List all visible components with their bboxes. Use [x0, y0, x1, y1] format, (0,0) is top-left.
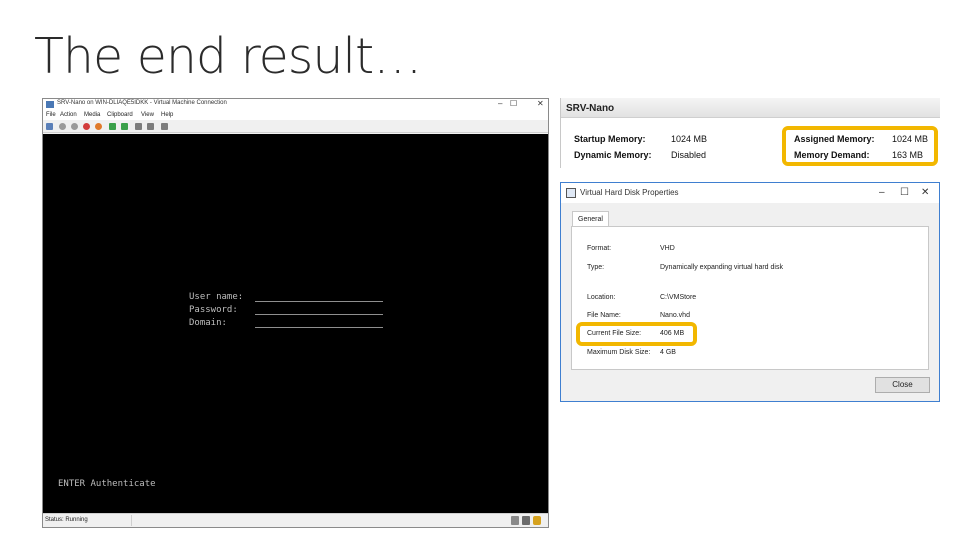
vhd-close-button[interactable]: ✕ — [921, 186, 929, 200]
type-label: Type: — [587, 264, 605, 271]
pause-icon[interactable] — [109, 123, 116, 130]
menu-file[interactable]: File — [46, 112, 56, 118]
dynamic-memory-label: Dynamic Memory: — [574, 150, 652, 160]
vm-window-title: SRV-Nano on WIN-DLIAQE5IDKK - Virtual Ma… — [57, 100, 227, 106]
close-button[interactable]: Close — [875, 377, 930, 393]
vm-toolbar — [43, 120, 548, 133]
keyboard-icon — [511, 516, 519, 525]
start-icon[interactable] — [59, 123, 66, 130]
dynamic-memory-value: Disabled — [671, 150, 707, 160]
reset-icon[interactable] — [121, 123, 128, 130]
status-text: Status: Running — [45, 517, 88, 523]
file-name-value: Nano.vhd — [660, 312, 690, 319]
vm-menubar: File Action Media Clipboard View Help — [43, 111, 548, 120]
vhd-minimize-button[interactable]: – — [879, 186, 885, 200]
vhd-titlebar[interactable]: Virtual Hard Disk Properties – ☐ ✕ — [561, 183, 939, 203]
username-field[interactable] — [255, 292, 383, 302]
domain-label: Domain: — [189, 318, 227, 328]
checkpoint-icon[interactable] — [135, 123, 142, 130]
menu-media[interactable]: Media — [84, 112, 100, 118]
format-label: Format: — [587, 245, 612, 252]
password-field[interactable] — [255, 305, 383, 315]
vm-name: SRV-Nano — [566, 103, 615, 114]
memory-highlight-box — [782, 126, 938, 166]
vhd-dialog-title: Virtual Hard Disk Properties — [580, 188, 679, 197]
vm-titlebar[interactable]: SRV-Nano on WIN-DLIAQE5IDKK - Virtual Ma… — [43, 99, 548, 111]
type-value: Dynamically expanding virtual hard disk — [660, 264, 783, 271]
max-size-value: 4 GB — [660, 349, 676, 356]
menu-help[interactable]: Help — [161, 112, 173, 118]
vhd-properties-dialog: Virtual Hard Disk Properties – ☐ ✕ Gener… — [560, 182, 940, 402]
disk-icon — [566, 188, 576, 198]
max-size-label: Maximum Disk Size: — [587, 349, 651, 356]
vm-close-button[interactable]: ✕ — [537, 99, 544, 109]
turn-off-icon[interactable] — [71, 123, 78, 130]
domain-field[interactable] — [255, 318, 383, 328]
username-label: User name: — [189, 292, 244, 302]
format-value: VHD — [660, 245, 675, 252]
menu-view[interactable]: View — [141, 112, 154, 118]
save-icon[interactable] — [95, 123, 102, 130]
memory-panel-header: SRV-Nano — [561, 98, 940, 118]
menu-action[interactable]: Action — [60, 112, 77, 118]
startup-memory-value: 1024 MB — [671, 134, 708, 144]
location-value: C:\VMStore — [660, 294, 697, 301]
menu-clipboard[interactable]: Clipboard — [107, 112, 133, 118]
revert-icon[interactable] — [147, 123, 154, 130]
lock-icon — [533, 516, 541, 525]
vm-statusbar: Status: Running — [43, 513, 548, 527]
location-label: Location: — [587, 294, 616, 301]
file-name-label: File Name: — [587, 312, 621, 319]
startup-memory-label: Startup Memory: — [574, 134, 646, 144]
vhd-maximize-button[interactable]: ☐ — [900, 186, 909, 200]
vhd-general-panel: Format: VHD Type: Dynamically expanding … — [571, 226, 929, 370]
enhanced-session-icon[interactable] — [161, 123, 168, 130]
mouse-icon — [522, 516, 530, 525]
file-size-highlight-box — [576, 322, 697, 346]
ctrl-alt-del-icon[interactable] — [46, 123, 53, 130]
authenticate-hint: ENTER Authenticate — [58, 479, 156, 489]
status-separator — [131, 515, 132, 526]
slide-title: The end result… — [34, 28, 422, 85]
vm-minimize-button[interactable]: – — [498, 99, 502, 109]
vm-console-screen[interactable]: User name: Password: Domain: ENTER Authe… — [43, 134, 548, 513]
vm-app-icon — [46, 101, 54, 108]
shutdown-icon[interactable] — [83, 123, 90, 130]
tab-general[interactable]: General — [572, 211, 609, 227]
password-label: Password: — [189, 305, 238, 315]
vm-connection-window: SRV-Nano on WIN-DLIAQE5IDKK - Virtual Ma… — [42, 98, 549, 528]
vm-maximize-button[interactable]: ☐ — [510, 99, 517, 109]
